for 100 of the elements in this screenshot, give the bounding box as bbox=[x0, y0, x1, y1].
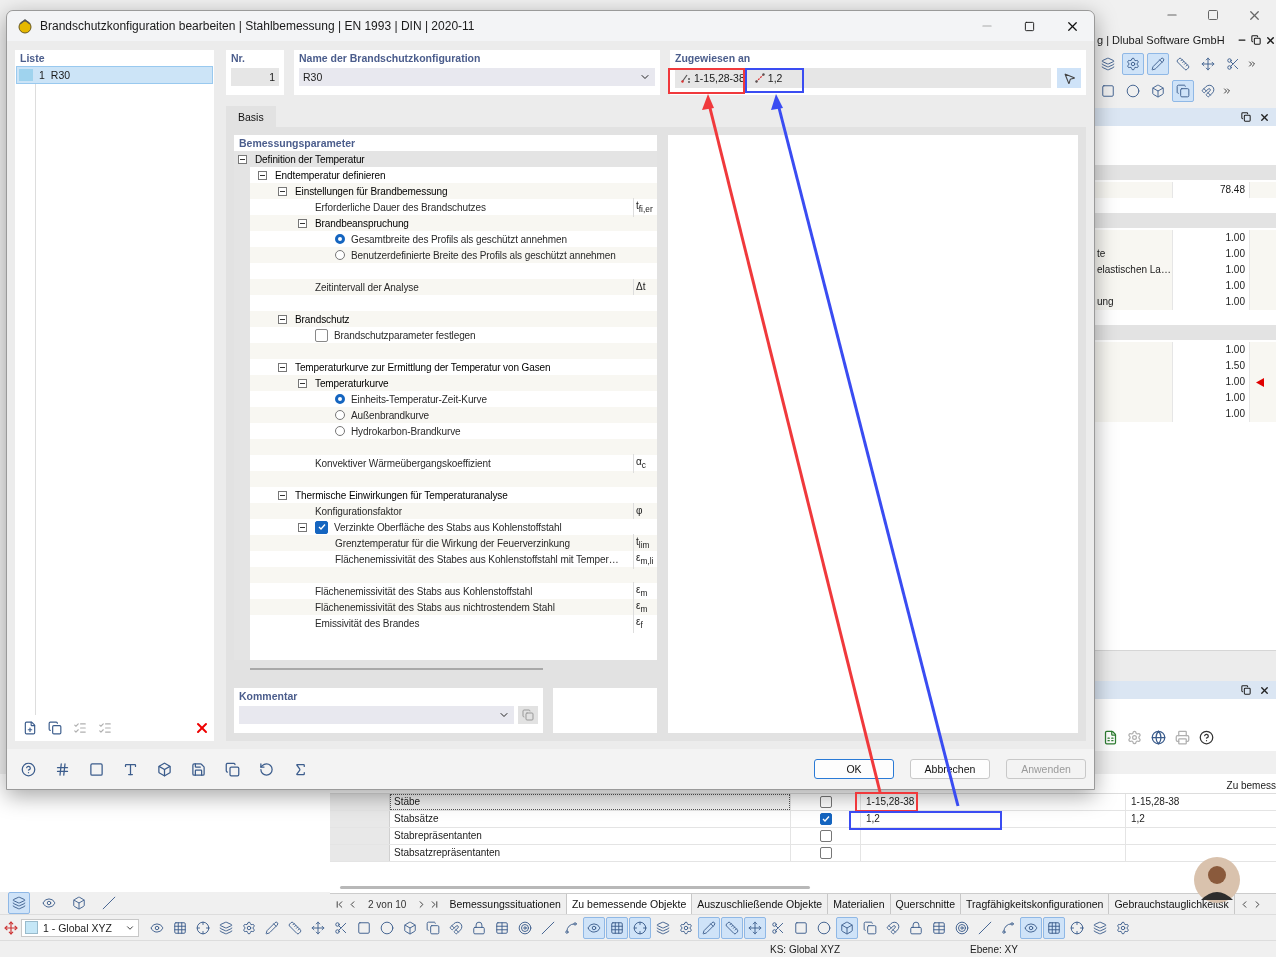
checkbox[interactable] bbox=[819, 813, 832, 825]
collapse-icon[interactable] bbox=[298, 378, 307, 388]
spreadsheet-icon bbox=[1102, 730, 1118, 745]
cursor-icon bbox=[1062, 71, 1076, 85]
axes-icon[interactable] bbox=[4, 920, 18, 935]
assigned-item[interactable]: 1-15,28-38 bbox=[679, 72, 747, 84]
layers-button[interactable] bbox=[8, 892, 30, 914]
collapse-icon[interactable] bbox=[298, 522, 307, 532]
cube-icon bbox=[1151, 83, 1165, 98]
parameter-label: Einheits-Temperatur-Zeit-Kurve bbox=[351, 393, 487, 405]
copy-button[interactable] bbox=[1172, 79, 1194, 102]
checkbox[interactable] bbox=[315, 328, 328, 342]
grid-button[interactable] bbox=[606, 916, 628, 939]
restore-icon[interactable] bbox=[1241, 112, 1251, 122]
collapse-icon[interactable] bbox=[298, 218, 307, 228]
text-icon bbox=[122, 761, 138, 777]
warning-marker-icon bbox=[1256, 377, 1264, 387]
value-cell: 1.00 bbox=[1172, 230, 1250, 246]
maximize-icon[interactable] bbox=[1024, 20, 1035, 32]
line-icon bbox=[978, 920, 992, 935]
list-item[interactable]: 1 R30 bbox=[16, 66, 213, 84]
collapse-icon[interactable] bbox=[278, 314, 287, 324]
ruler-button[interactable] bbox=[721, 916, 743, 939]
square-icon bbox=[357, 920, 371, 935]
crosshair-button[interactable] bbox=[629, 916, 651, 939]
settings-icon bbox=[242, 920, 256, 935]
ruler-icon bbox=[1176, 56, 1190, 71]
field-label: Nr. bbox=[230, 51, 246, 66]
maximize-icon[interactable] bbox=[1207, 9, 1219, 21]
parameter-label: Brandschutzparameter festlegen bbox=[334, 329, 476, 341]
ruler-icon bbox=[725, 920, 739, 935]
grid-button[interactable] bbox=[1043, 916, 1065, 939]
checkbox[interactable] bbox=[315, 520, 328, 534]
parameter-label: Zeitintervall der Analyse bbox=[315, 281, 419, 293]
checkbox[interactable] bbox=[819, 847, 832, 859]
table-cell: 1,2 bbox=[860, 811, 1125, 827]
curve-icon bbox=[564, 920, 578, 935]
target-icon bbox=[955, 920, 969, 935]
pencil-button[interactable] bbox=[698, 916, 720, 939]
eye-icon bbox=[150, 920, 164, 935]
copy-icon bbox=[224, 761, 240, 777]
move-button[interactable] bbox=[744, 916, 766, 939]
collapse-icon[interactable] bbox=[278, 186, 287, 196]
cube-icon bbox=[72, 896, 86, 910]
delete-icon[interactable] bbox=[194, 720, 210, 736]
scissors-icon bbox=[334, 920, 348, 935]
parameter-label: Emissivität des Brandes bbox=[315, 617, 420, 629]
restore-icon[interactable] bbox=[1241, 685, 1251, 695]
radio-button[interactable] bbox=[335, 234, 345, 244]
checkbox[interactable] bbox=[819, 796, 832, 808]
dialog-button[interactable]: OK bbox=[814, 759, 894, 779]
collapse-icon[interactable] bbox=[278, 490, 287, 500]
parameter-label: Erforderliche Dauer des Brandschutzes bbox=[315, 201, 486, 213]
scrollbar[interactable] bbox=[340, 886, 810, 889]
layers-icon bbox=[12, 896, 26, 910]
collapse-icon[interactable] bbox=[238, 154, 247, 164]
table-cell[interactable]: Stäbe bbox=[390, 794, 790, 810]
restore-icon[interactable] bbox=[1251, 35, 1261, 45]
settings-icon bbox=[679, 920, 693, 935]
value-cell: 1.00 bbox=[1172, 246, 1250, 262]
close-icon[interactable] bbox=[1259, 111, 1270, 123]
radio-button[interactable] bbox=[335, 394, 345, 404]
pencil-button[interactable] bbox=[1147, 52, 1169, 75]
more-icon[interactable] bbox=[1222, 85, 1232, 96]
cube-button[interactable] bbox=[836, 916, 858, 939]
group-label: Thermische Einwirkungen für Temperaturanalyse bbox=[295, 489, 508, 501]
radio-button[interactable] bbox=[335, 410, 345, 420]
eye-button[interactable] bbox=[583, 916, 605, 939]
copy-icon bbox=[48, 721, 62, 735]
tab[interactable]: Basis bbox=[226, 106, 276, 127]
label-cell: elastischen La… bbox=[1095, 262, 1172, 278]
close-icon[interactable] bbox=[1259, 684, 1270, 696]
lock-icon bbox=[909, 920, 923, 935]
circle-icon bbox=[817, 920, 831, 935]
first-page-icon[interactable] bbox=[334, 898, 345, 910]
assigned-item[interactable]: 1,2 bbox=[752, 72, 785, 84]
collapse-icon[interactable] bbox=[278, 362, 287, 372]
settings-button[interactable] bbox=[1122, 52, 1144, 75]
scrollbar[interactable] bbox=[250, 668, 543, 670]
checkbox[interactable] bbox=[819, 830, 832, 842]
radio-button[interactable] bbox=[335, 250, 345, 260]
move-icon bbox=[1201, 56, 1215, 71]
view-dropdown[interactable]: 1 - Global XYZ bbox=[21, 918, 139, 937]
tab[interactable]: Zu bemessende Objekte bbox=[566, 894, 693, 914]
collapse-icon[interactable] bbox=[258, 170, 267, 180]
symbol-text: ε$_{f}$ bbox=[633, 613, 657, 633]
name-dropdown[interactable]: R30 bbox=[299, 68, 655, 86]
pick-button[interactable] bbox=[1057, 68, 1081, 88]
number-field[interactable]: 1 bbox=[231, 68, 279, 86]
more-icon[interactable] bbox=[1247, 58, 1257, 69]
check-list-icon bbox=[98, 721, 112, 735]
status-text: Ebene: XY bbox=[970, 943, 1018, 955]
radio-button[interactable] bbox=[335, 426, 345, 436]
copy-icon bbox=[863, 920, 877, 935]
assigned-field[interactable]: 1-15,28-38 1,2 bbox=[675, 68, 1051, 88]
close-icon[interactable] bbox=[1265, 34, 1276, 46]
settings-icon bbox=[1116, 920, 1130, 935]
table-cell: 1-15,28-38 bbox=[1125, 794, 1276, 810]
eye-button[interactable] bbox=[1020, 916, 1042, 939]
group-label: Endtemperatur definieren bbox=[275, 169, 386, 181]
